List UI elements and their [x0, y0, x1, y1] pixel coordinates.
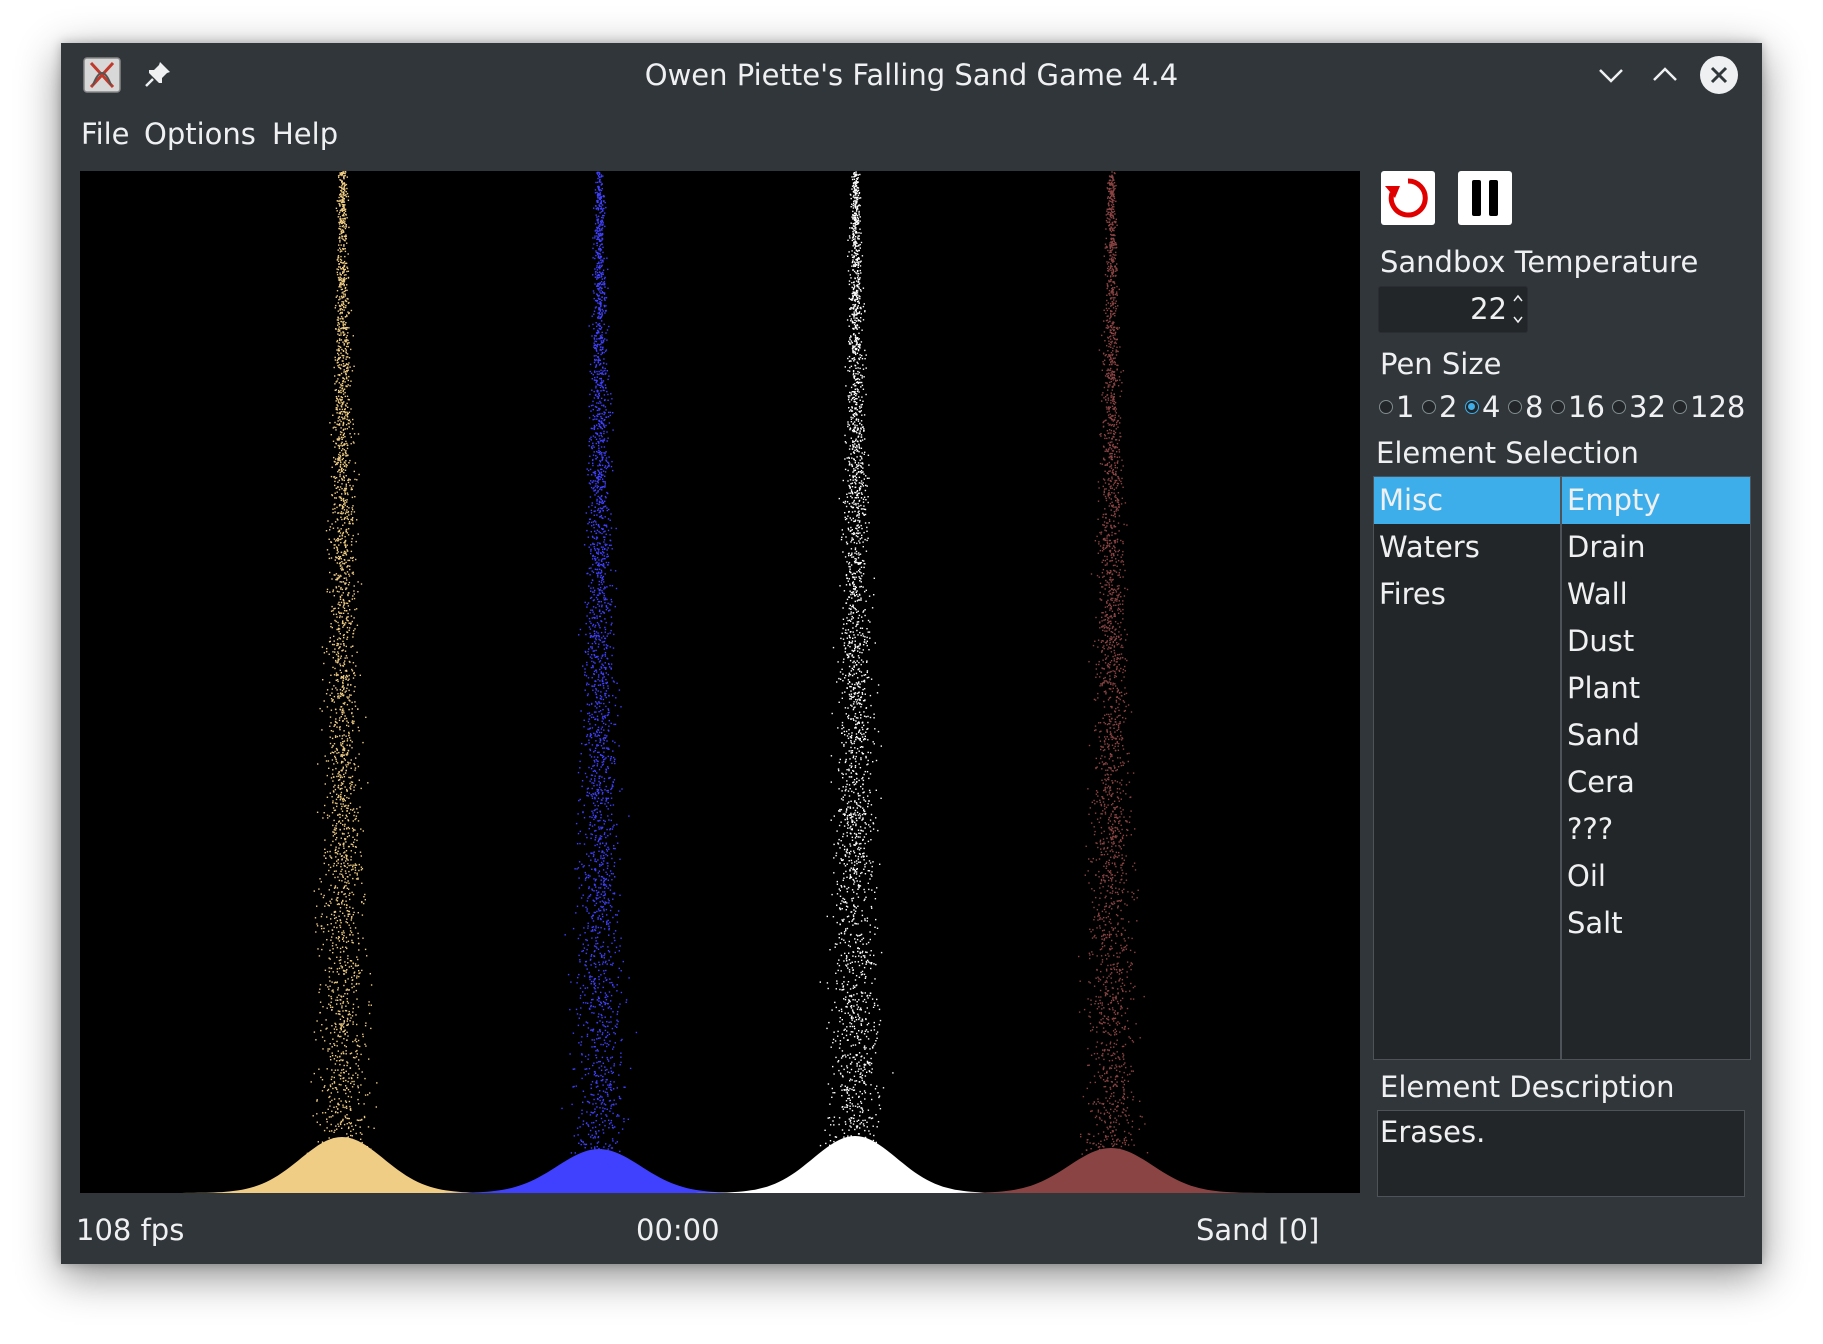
menu-file[interactable]: File — [81, 117, 130, 151]
menu-options[interactable]: Options — [144, 117, 256, 151]
pen-size-option-label: 4 — [1482, 390, 1501, 424]
close-icon[interactable] — [1699, 55, 1739, 95]
maximize-chevron-icon[interactable] — [1647, 57, 1683, 93]
radio-icon[interactable] — [1508, 400, 1522, 414]
sand-pile — [951, 1148, 1271, 1193]
sandbox-particles — [182, 171, 1271, 1193]
element-item-wall[interactable]: Wall — [1562, 571, 1750, 618]
minimize-chevron-icon[interactable] — [1593, 57, 1629, 93]
temperature-spinbox[interactable]: 22 — [1378, 286, 1528, 333]
status-element: Sand [0] — [1196, 1213, 1320, 1247]
radio-selected-icon[interactable] — [1465, 400, 1479, 414]
pen-size-option-label: 128 — [1690, 390, 1746, 424]
pause-button[interactable] — [1458, 171, 1512, 225]
pen-size-option-label: 8 — [1525, 390, 1544, 424]
status-time: 00:00 — [636, 1213, 720, 1247]
menu-help[interactable]: Help — [272, 117, 338, 151]
radio-icon[interactable] — [1673, 400, 1687, 414]
element-list[interactable]: Empty Drain Wall Dust Plant Sand Cera ??… — [1561, 476, 1751, 1060]
pen-size-option-label: 2 — [1439, 390, 1458, 424]
reset-icon — [1385, 178, 1428, 218]
radio-icon[interactable] — [1551, 400, 1565, 414]
element-description-box[interactable]: Erases. — [1377, 1110, 1745, 1197]
temperature-value[interactable]: 22 — [1470, 292, 1507, 326]
element-description-label: Element Description — [1380, 1070, 1675, 1104]
element-item-unknown[interactable]: ??? — [1562, 806, 1750, 853]
sand-pile — [695, 1136, 1015, 1193]
sand-pile — [182, 1137, 502, 1193]
element-item-plant[interactable]: Plant — [1562, 665, 1750, 712]
element-item-sand[interactable]: Sand — [1562, 712, 1750, 759]
temperature-label: Sandbox Temperature — [1380, 245, 1699, 279]
element-description-text: Erases. — [1380, 1115, 1486, 1149]
pause-icon — [1472, 180, 1498, 216]
pen-size-label: Pen Size — [1380, 347, 1502, 381]
radio-icon[interactable] — [1612, 400, 1626, 414]
sand-stream — [819, 171, 894, 1161]
sand-pile — [439, 1149, 759, 1193]
category-item-fires[interactable]: Fires — [1374, 571, 1560, 618]
menu-bar: File Options Help — [61, 109, 1762, 159]
app-window: Owen Piette's Falling Sand Game 4.4 File… — [61, 43, 1762, 1264]
radio-icon[interactable] — [1379, 400, 1393, 414]
element-item-empty[interactable]: Empty — [1562, 477, 1750, 524]
reset-button[interactable] — [1381, 171, 1435, 225]
element-item-drain[interactable]: Drain — [1562, 524, 1750, 571]
sand-stream — [1078, 171, 1149, 1168]
pen-size-option-label: 16 — [1568, 390, 1605, 424]
radio-icon[interactable] — [1422, 400, 1436, 414]
element-item-salt[interactable]: Salt — [1562, 900, 1750, 947]
status-fps: 108 fps — [76, 1213, 185, 1247]
pen-size-option-label: 32 — [1629, 390, 1666, 424]
category-list[interactable]: Misc Waters Fires — [1373, 476, 1561, 1060]
sandbox-canvas[interactable] — [80, 171, 1360, 1193]
element-item-dust[interactable]: Dust — [1562, 618, 1750, 665]
pen-size-radio-group: 1 2 4 8 16 32 128 — [1379, 390, 1759, 426]
element-selection-label: Element Selection — [1376, 436, 1639, 470]
title-bar[interactable]: Owen Piette's Falling Sand Game 4.4 — [61, 43, 1762, 109]
spin-arrows-icon[interactable] — [1511, 289, 1525, 329]
category-item-misc[interactable]: Misc — [1374, 477, 1560, 524]
pen-size-option-label: 1 — [1396, 390, 1415, 424]
element-item-cera[interactable]: Cera — [1562, 759, 1750, 806]
sand-stream — [561, 171, 638, 1168]
element-item-oil[interactable]: Oil — [1562, 853, 1750, 900]
sand-stream — [306, 171, 378, 1161]
category-item-waters[interactable]: Waters — [1374, 524, 1560, 571]
window-title: Owen Piette's Falling Sand Game 4.4 — [644, 58, 1179, 92]
